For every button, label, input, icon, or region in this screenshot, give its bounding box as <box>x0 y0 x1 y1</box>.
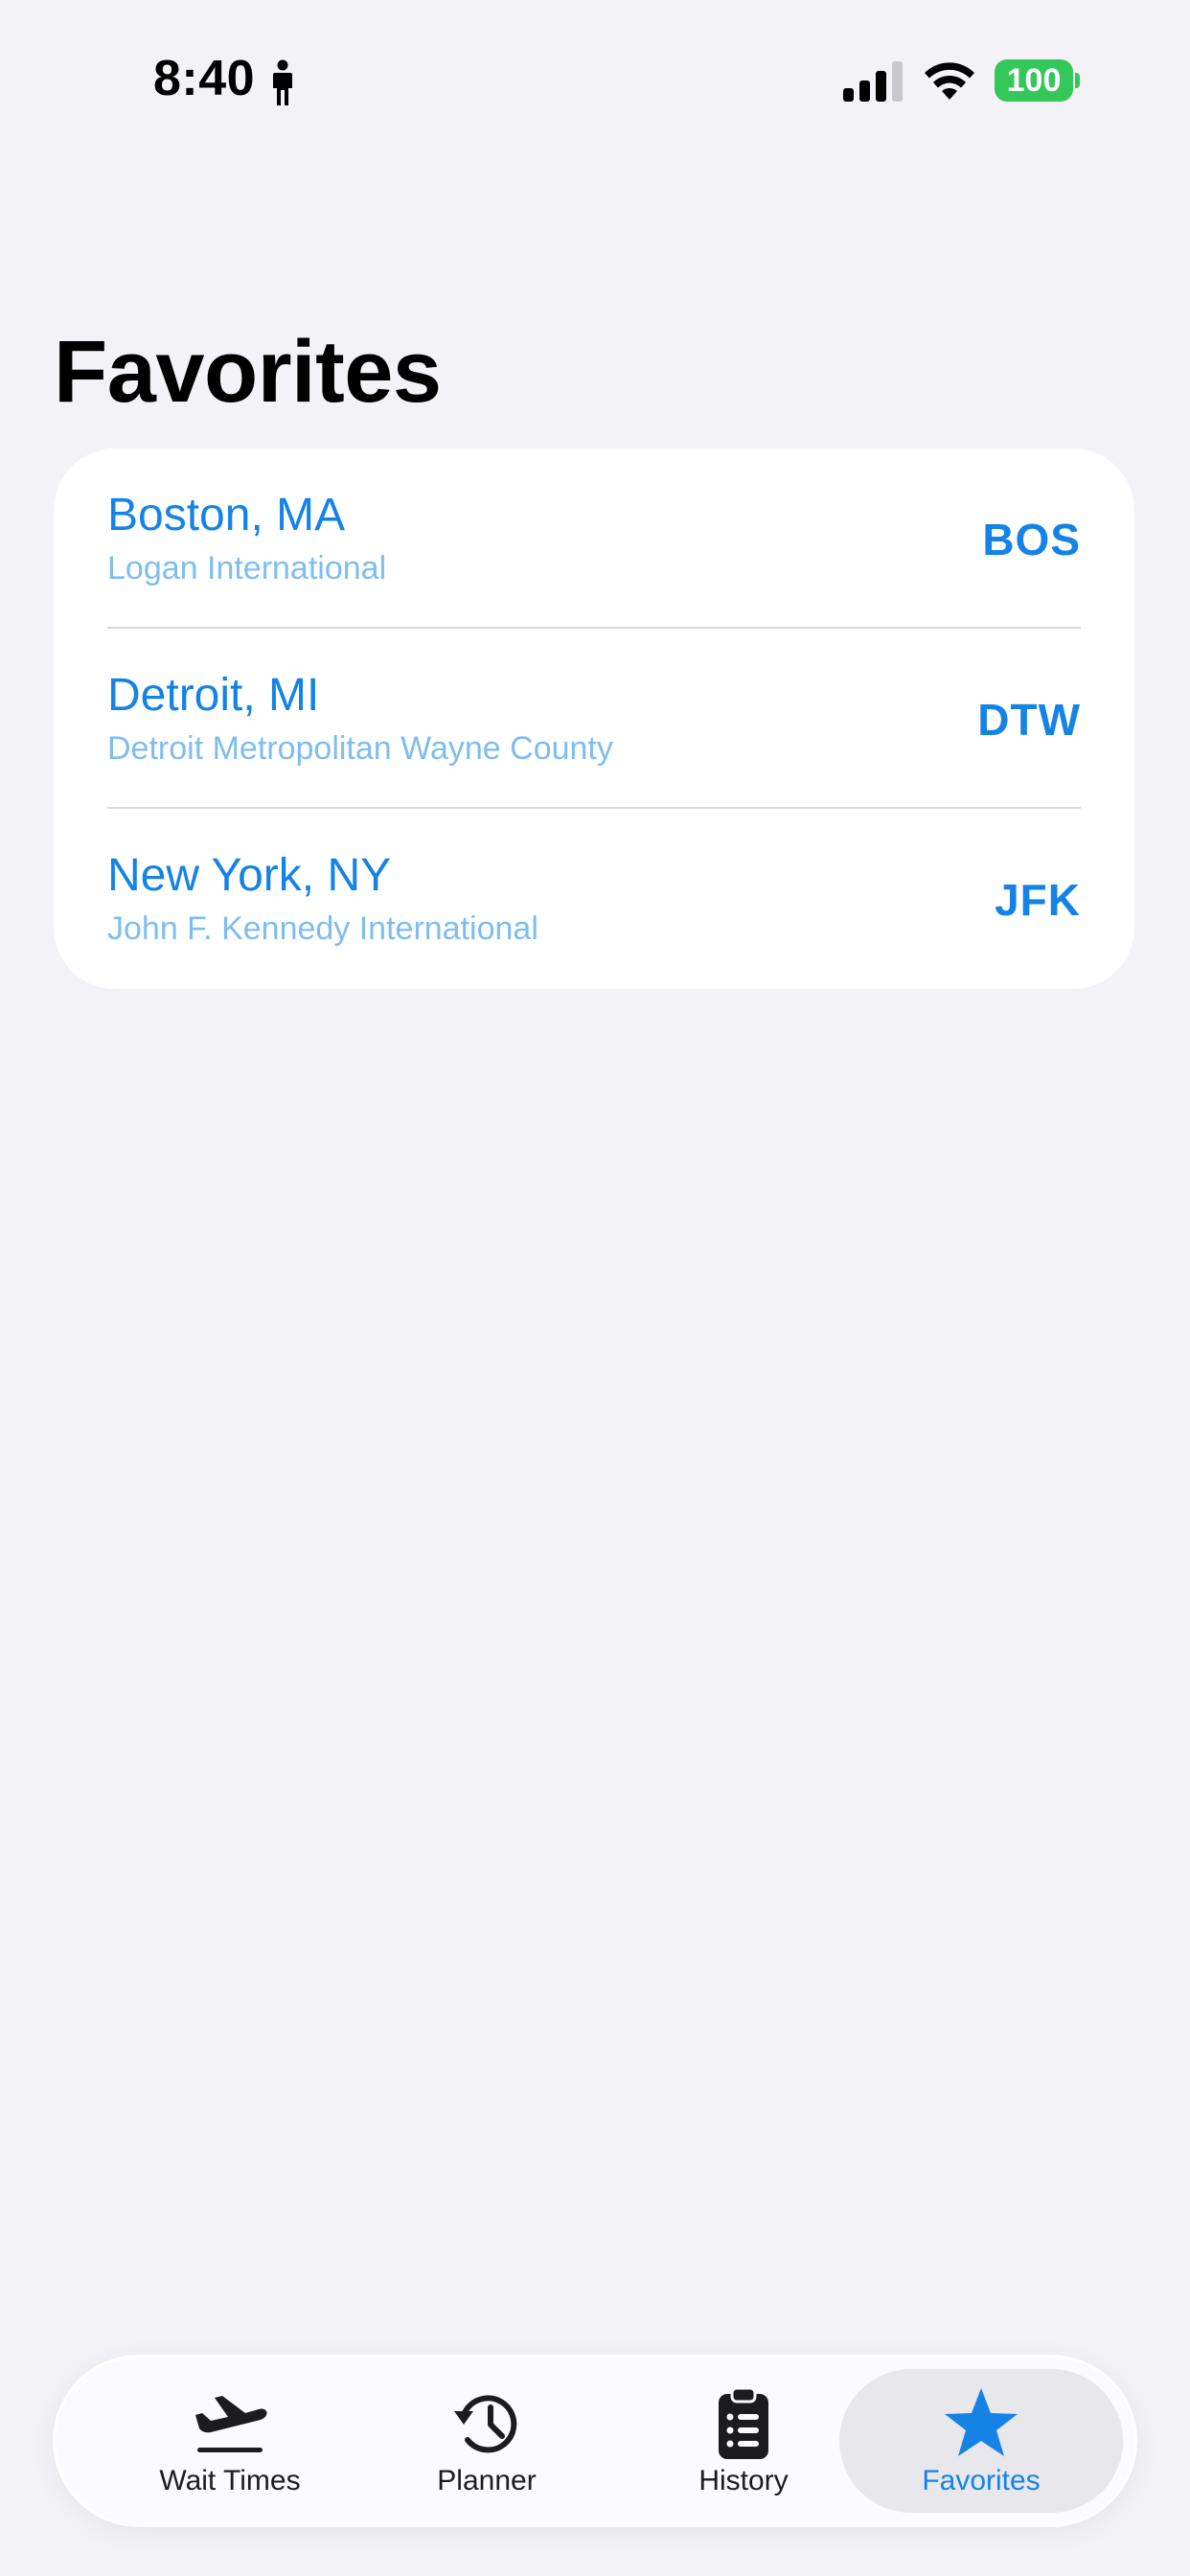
tab-favorites[interactable]: Favorites <box>839 2369 1123 2513</box>
tab-label: Favorites <box>922 2465 1041 2496</box>
tab-planner[interactable]: Planner <box>345 2369 629 2513</box>
airport-code: DTW <box>977 695 1081 745</box>
favorite-row-jfk[interactable]: New York, NY John F. Kennedy Internation… <box>54 809 1134 989</box>
cellular-signal-icon <box>843 61 903 102</box>
airport-name: John F. Kennedy International <box>107 910 538 947</box>
battery-level: 100 <box>995 59 1073 102</box>
city-name: Boston, MA <box>107 490 346 540</box>
airport-name: Detroit Metropolitan Wayne County <box>107 730 613 767</box>
tab-bar: Wait Times Planner History Favorites <box>56 2358 1134 2524</box>
status-time: 8:40 <box>153 51 256 106</box>
wifi-icon <box>925 62 974 100</box>
favorites-list: Boston, MA Logan International BOS Detro… <box>54 448 1134 989</box>
battery-cap <box>1075 73 1080 88</box>
airport-code: JFK <box>995 875 1081 925</box>
favorite-row-dtw[interactable]: Detroit, MI Detroit Metropolitan Wayne C… <box>54 629 1134 809</box>
airport-code: BOS <box>982 515 1081 564</box>
battery-indicator: 100 <box>995 59 1080 102</box>
city-name: New York, NY <box>107 850 392 901</box>
tab-label: Planner <box>437 2465 537 2496</box>
status-bar: 8:40 100 <box>0 0 1190 163</box>
tab-wait-times[interactable]: Wait Times <box>88 2369 372 2513</box>
city-name: Detroit, MI <box>107 670 320 721</box>
airport-name: Logan International <box>107 550 387 586</box>
favorite-row-bos[interactable]: Boston, MA Logan International BOS <box>54 448 1134 629</box>
clipboard-list-icon <box>719 2386 768 2459</box>
tab-label: Wait Times <box>159 2465 301 2496</box>
star-icon <box>945 2388 1018 2456</box>
person-icon <box>273 59 292 105</box>
page-title: Favorites <box>54 323 442 421</box>
airplane-departure-icon <box>195 2396 267 2452</box>
clock-history-icon <box>454 2395 517 2453</box>
